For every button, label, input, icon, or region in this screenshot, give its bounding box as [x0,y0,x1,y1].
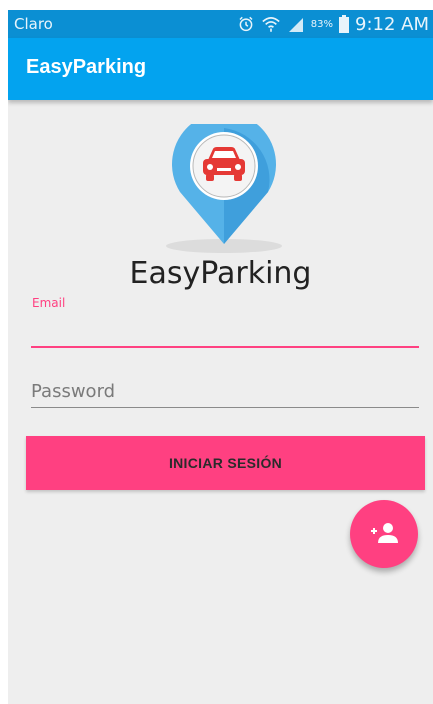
login-button[interactable]: INICIAR SESIÓN [26,436,425,490]
password-input[interactable] [31,375,419,408]
email-input[interactable] [31,312,419,348]
clock: 9:12 AM [355,13,429,35]
status-bar: Claro 83% 9:12 AM [8,10,433,38]
app-screen: Claro 83% 9:12 AM EasyParking EasyParkin… [8,10,433,704]
brand-name: EasyParking [129,256,312,291]
register-fab-button[interactable] [350,500,418,568]
signal-icon [287,16,305,32]
status-indicators: 83% 9:12 AM [237,12,429,36]
wifi-icon [261,15,281,33]
alarm-icon [237,15,255,33]
carrier-name: Claro [14,15,53,33]
app-title: EasyParking [26,56,147,78]
email-label: Email [32,296,66,310]
battery-icon [339,15,349,33]
battery-percent: 83% [310,18,333,30]
map-pin-car-icon [158,112,290,254]
person-add-icon [369,522,399,547]
app-bar: EasyParking [8,38,433,100]
